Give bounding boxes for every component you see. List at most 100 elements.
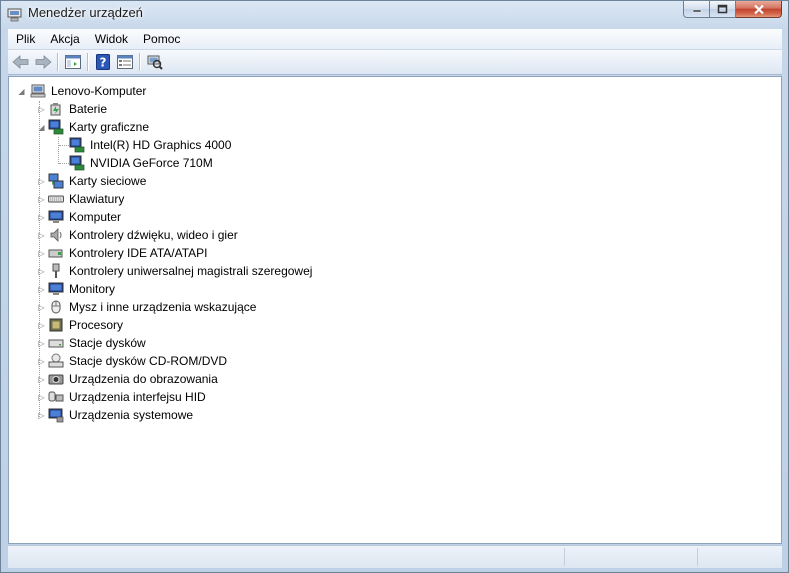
speaker-icon xyxy=(50,228,62,242)
collapsed-arrow-icon[interactable]: ▷ xyxy=(37,267,46,276)
system-device-icon xyxy=(48,408,64,423)
tree-item-kontrolery-ide[interactable]: ▷ Kontrolery IDE ATA/ATAPI xyxy=(37,244,210,262)
show-hide-console-tree-button[interactable] xyxy=(62,51,84,73)
collapsed-arrow-icon[interactable]: ▷ xyxy=(37,105,46,114)
tree-item-label: Procesory xyxy=(69,318,124,332)
tree-item-cdrom-dvd[interactable]: ▷ Stacje dysków CD-ROM/DVD xyxy=(37,352,229,370)
tree-connector xyxy=(58,137,59,164)
disk-drive-icon xyxy=(48,339,64,348)
tree-item-label: Kontrolery uniwersalnej magistrali szere… xyxy=(69,264,313,278)
tree-item-label: Urządzenia do obrazowania xyxy=(69,372,218,386)
tree-item-label: Stacje dysków xyxy=(69,336,146,350)
tree-item-label: Kontrolery IDE ATA/ATAPI xyxy=(69,246,208,260)
usb-icon xyxy=(52,263,60,278)
collapsed-arrow-icon[interactable]: ▷ xyxy=(37,375,46,384)
hid-icon xyxy=(48,391,64,402)
minimize-button[interactable] xyxy=(683,1,710,18)
toolbar-separator xyxy=(57,53,59,71)
caption-buttons xyxy=(683,1,782,19)
collapsed-arrow-icon[interactable]: ▷ xyxy=(37,303,46,312)
tree-item-obrazowanie[interactable]: ▷ Urządzenia do obrazowania xyxy=(37,370,220,388)
menu-pomoc[interactable]: Pomoc xyxy=(135,29,187,49)
title-bar[interactable]: Menedżer urządzeń xyxy=(1,1,788,27)
status-bar xyxy=(8,545,782,568)
svg-text:?: ? xyxy=(100,56,107,70)
expanded-arrow-icon[interactable]: ◢ xyxy=(37,123,46,132)
back-button[interactable] xyxy=(10,51,32,73)
collapsed-arrow-icon[interactable]: ▷ xyxy=(37,285,46,294)
tree-item-stacje-dyskow[interactable]: ▷ Stacje dysków xyxy=(37,334,148,352)
tree-connector xyxy=(59,163,69,164)
tree-item-hid[interactable]: ▷ Urządzenia interfejsu HID xyxy=(37,388,208,406)
show-hide-console-tree-icon xyxy=(65,55,81,69)
monitor-icon xyxy=(48,282,64,295)
tree-item-komputer[interactable]: ▷ Komputer xyxy=(37,208,123,226)
toolbar-separator xyxy=(87,53,89,71)
collapsed-arrow-icon[interactable]: ▷ xyxy=(37,321,46,330)
cdrom-icon xyxy=(48,353,64,368)
tree-item-intel-hd-graphics[interactable]: Intel(R) HD Graphics 4000 xyxy=(69,136,233,154)
toolbar-separator xyxy=(139,53,141,71)
tree-item-baterie[interactable]: ▷ Baterie xyxy=(37,100,109,118)
tree-item-label: NVIDIA GeForce 710M xyxy=(90,156,213,170)
collapsed-arrow-icon[interactable]: ▷ xyxy=(37,177,46,186)
collapsed-arrow-icon[interactable]: ▷ xyxy=(37,195,46,204)
camera-icon xyxy=(48,374,64,385)
network-adapter-icon xyxy=(48,173,64,189)
tree-item-mysz[interactable]: ▷ Mysz i inne urządzenia wskazujące xyxy=(37,298,258,316)
tree-item-label: Karty sieciowe xyxy=(69,174,147,188)
scan-hardware-button[interactable] xyxy=(144,51,166,73)
forward-button[interactable] xyxy=(32,51,54,73)
maximize-button[interactable] xyxy=(710,1,736,18)
tree-item-klawiatury[interactable]: ▷ Klawiatury xyxy=(37,190,126,208)
tree-item-nvidia-geforce[interactable]: NVIDIA GeForce 710M xyxy=(69,154,215,172)
tree-item-label: Monitory xyxy=(69,282,116,296)
tree-item-kontrolery-usb[interactable]: ▷ Kontrolery uniwersalnej magistrali sze… xyxy=(37,262,314,280)
collapsed-arrow-icon[interactable]: ▷ xyxy=(37,339,46,348)
tree-item-karty-sieciowe[interactable]: ▷ Karty sieciowe xyxy=(37,172,148,190)
tree-item-label: Komputer xyxy=(69,210,122,224)
tree-item-procesory[interactable]: ▷ Procesory xyxy=(37,316,125,334)
collapsed-arrow-icon[interactable]: ▷ xyxy=(37,213,46,222)
tree-item-label: Baterie xyxy=(69,102,108,116)
tree-item-karty-graficzne[interactable]: ◢ Karty graficzne xyxy=(37,118,151,136)
collapsed-arrow-icon[interactable]: ▷ xyxy=(37,231,46,240)
tree-root-computer[interactable]: ◢ Lenovo-Komputer xyxy=(17,82,149,100)
minimize-icon xyxy=(692,9,701,13)
properties-icon xyxy=(117,55,133,69)
tree-item-systemowe[interactable]: ▷ Urządzenia systemowe xyxy=(37,406,195,424)
close-button[interactable] xyxy=(736,1,782,18)
tree-connector xyxy=(59,145,69,146)
mouse-icon xyxy=(51,300,61,314)
tree-item-label: Kontrolery dźwięku, wideo i gier xyxy=(69,228,238,242)
status-cell xyxy=(697,548,782,566)
properties-button[interactable] xyxy=(114,51,136,73)
forward-arrow-icon xyxy=(35,55,52,69)
collapsed-arrow-icon[interactable]: ▷ xyxy=(37,393,46,402)
tree-item-label: Stacje dysków CD-ROM/DVD xyxy=(69,354,228,368)
collapsed-arrow-icon[interactable]: ▷ xyxy=(37,357,46,366)
device-manager-window: Menedżer urządzeń Plik Akcja Widok Pomoc… xyxy=(0,0,789,573)
tree-item-kontrolery-dzwieku[interactable]: ▷ Kontrolery dźwięku, wideo i gier xyxy=(37,226,240,244)
expanded-arrow-icon[interactable]: ◢ xyxy=(17,87,26,96)
device-tree[interactable]: ◢ Lenovo-Komputer ▷ Baterie ◢ Karty graf… xyxy=(8,76,782,544)
menu-widok[interactable]: Widok xyxy=(87,29,135,49)
tree-item-label: Intel(R) HD Graphics 4000 xyxy=(90,138,232,152)
keyboard-icon xyxy=(48,195,64,203)
tree-item-label: Mysz i inne urządzenia wskazujące xyxy=(69,300,257,314)
menu-akcja[interactable]: Akcja xyxy=(42,29,86,49)
processor-icon xyxy=(49,318,63,332)
help-button[interactable]: ? xyxy=(92,51,114,73)
collapsed-arrow-icon[interactable]: ▷ xyxy=(37,411,46,420)
toolbar: ? xyxy=(8,50,782,75)
collapsed-arrow-icon[interactable]: ▷ xyxy=(37,249,46,258)
scan-hardware-icon xyxy=(147,55,163,70)
tree-item-monitory[interactable]: ▷ Monitory xyxy=(37,280,117,298)
tree-item-label: Lenovo-Komputer xyxy=(49,83,149,99)
back-arrow-icon xyxy=(12,55,29,69)
tree-item-label: Urządzenia systemowe xyxy=(69,408,194,422)
display-adapter-icon xyxy=(69,137,85,153)
status-cell xyxy=(564,548,698,566)
tree-item-label: Urządzenia interfejsu HID xyxy=(69,390,206,404)
menu-plik[interactable]: Plik xyxy=(8,29,42,49)
